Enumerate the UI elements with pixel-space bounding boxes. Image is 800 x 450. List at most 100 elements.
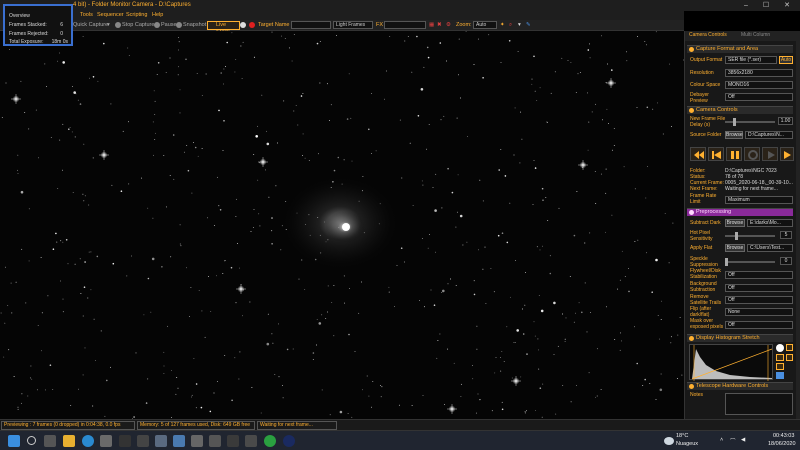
new-frame-delay-value[interactable]: 1.00 <box>778 117 793 125</box>
star <box>652 108 654 110</box>
sharpcap-icon[interactable] <box>283 435 295 447</box>
histogram-graph[interactable] <box>689 344 773 381</box>
flywheel-select[interactable]: Off <box>725 271 793 279</box>
edge-icon[interactable] <box>82 435 94 447</box>
record-icon[interactable] <box>240 22 246 28</box>
star <box>72 191 74 193</box>
file-explorer-icon[interactable] <box>63 435 75 447</box>
source-folder-field[interactable]: D:\Captures\N... <box>745 131 793 139</box>
pin-icon[interactable]: ✎ <box>526 22 531 28</box>
stop-capture-button[interactable]: Stop Capture <box>122 22 154 28</box>
minimize-icon[interactable]: – <box>736 0 756 11</box>
histogram-header[interactable]: Display Histogram Stretch <box>687 334 793 342</box>
colour-space-select[interactable]: MONO16 <box>725 81 793 89</box>
hot-pixel-slider[interactable] <box>725 232 775 240</box>
grid-icon[interactable]: ▦ <box>429 22 434 28</box>
app-icon-6[interactable] <box>209 435 221 447</box>
task-view-icon[interactable] <box>44 435 56 447</box>
remove-satellite-select[interactable]: Off <box>725 296 793 304</box>
auto-button[interactable]: Auto <box>779 56 793 64</box>
maximize-icon[interactable]: ☐ <box>756 0 776 11</box>
debayer-select[interactable]: Off <box>725 93 793 101</box>
app-icon-4[interactable] <box>173 435 185 447</box>
menu-scripting[interactable]: Scripting <box>126 12 147 18</box>
resolution-select[interactable]: 3856x2180 <box>725 69 793 77</box>
search-icon[interactable] <box>27 436 36 445</box>
chevron-down-icon[interactable]: ▾ <box>107 22 110 28</box>
speckle-value[interactable]: 0 <box>780 257 792 265</box>
warning-icon[interactable] <box>786 354 793 361</box>
app-icon-8[interactable] <box>245 435 257 447</box>
app-icon-2[interactable] <box>137 435 149 447</box>
frame-type-select[interactable]: Light Frames <box>333 21 373 29</box>
output-format-select[interactable]: SER file (*.ser) <box>725 56 777 64</box>
target-name-input[interactable] <box>291 21 331 29</box>
app-icon-5[interactable] <box>191 435 203 447</box>
app-icon-9[interactable] <box>264 435 276 447</box>
notes-field[interactable] <box>725 393 793 415</box>
hot-pixel-value[interactable]: 5 <box>780 231 792 239</box>
close-icon[interactable]: ✕ <box>777 0 797 11</box>
star <box>578 302 580 304</box>
menu-help[interactable]: Help <box>152 12 163 18</box>
search-icon[interactable]: ⌕ <box>509 22 512 29</box>
image-preview[interactable] <box>0 31 684 419</box>
settings-app-icon[interactable] <box>100 435 112 447</box>
crosshair-icon[interactable]: ✖ <box>437 22 442 28</box>
flip-select[interactable]: None <box>725 308 793 316</box>
target-icon[interactable] <box>249 22 255 28</box>
app-icon-7[interactable] <box>227 435 239 447</box>
settings-icon[interactable]: ⚙ <box>446 22 451 28</box>
panel-scrollbar[interactable] <box>796 41 800 419</box>
refresh-icon[interactable] <box>744 147 760 161</box>
lock-icon[interactable] <box>786 344 793 351</box>
app-icon[interactable] <box>119 435 131 447</box>
start-icon[interactable] <box>8 435 20 447</box>
capture-format-header[interactable]: Capture Format and Area <box>687 45 793 53</box>
wifi-icon[interactable]: ⌒ <box>730 437 736 445</box>
pause-button[interactable]: Pause <box>161 22 177 28</box>
zoom-select[interactable]: Auto <box>473 21 497 29</box>
fx-select[interactable] <box>384 21 426 29</box>
preprocessing-header[interactable]: Preprocessing <box>687 208 793 216</box>
app-icon-3[interactable] <box>155 435 167 447</box>
chevron-down-icon[interactable]: ▾ <box>518 22 521 28</box>
tab-camera-controls[interactable]: Camera Controls <box>689 32 727 38</box>
menu-tools[interactable]: Tools <box>80 12 93 18</box>
star <box>35 109 37 111</box>
new-frame-delay-slider[interactable] <box>725 118 775 126</box>
pause-icon[interactable] <box>726 147 742 161</box>
frame-rate-select[interactable]: Maximum <box>725 196 793 204</box>
snapshot-button[interactable]: Snapshot <box>183 22 206 28</box>
browse-flat-button[interactable]: Browse <box>725 244 745 252</box>
play-icon[interactable] <box>762 147 778 161</box>
menu-sequencer[interactable]: Sequencer <box>97 12 124 18</box>
browse-source-button[interactable]: Browse <box>725 131 743 139</box>
subtract-dark-field[interactable]: E:\darks\Mo... <box>747 219 793 227</box>
speckle-slider[interactable] <box>725 258 775 266</box>
mask-select[interactable]: Off <box>725 321 793 329</box>
contrast-icon[interactable] <box>776 344 784 352</box>
apply-flat-field[interactable]: C:\Users\Test... <box>747 244 793 252</box>
live-stack-button[interactable]: Live Stack <box>207 21 240 35</box>
weather-icon[interactable] <box>664 437 674 445</box>
telescope-header[interactable]: Telescope Hardware Controls <box>687 382 793 390</box>
tab-multi-column[interactable]: Multi Column <box>741 32 770 38</box>
magic-wand-icon[interactable] <box>776 354 784 361</box>
tray-chevron-icon[interactable]: ˄ <box>720 437 723 443</box>
background-select[interactable]: Off <box>725 284 793 292</box>
star-icon[interactable]: ✦ <box>500 22 505 28</box>
quick-capture-button[interactable]: Quick Capture <box>73 22 108 28</box>
star <box>577 73 579 75</box>
save-icon[interactable] <box>776 372 784 379</box>
fast-forward-icon[interactable] <box>780 147 794 161</box>
debayer-label: Debayer Preview <box>690 92 709 104</box>
skip-back-icon[interactable] <box>708 147 724 161</box>
rewind-icon[interactable] <box>690 147 706 161</box>
volume-icon[interactable]: ◀ <box>741 437 745 443</box>
reset-icon[interactable] <box>776 363 784 370</box>
camera-controls-header[interactable]: Camera Controls <box>687 106 793 114</box>
star <box>407 35 409 37</box>
browse-dark-button[interactable]: Browse <box>725 219 745 227</box>
star <box>292 348 294 350</box>
